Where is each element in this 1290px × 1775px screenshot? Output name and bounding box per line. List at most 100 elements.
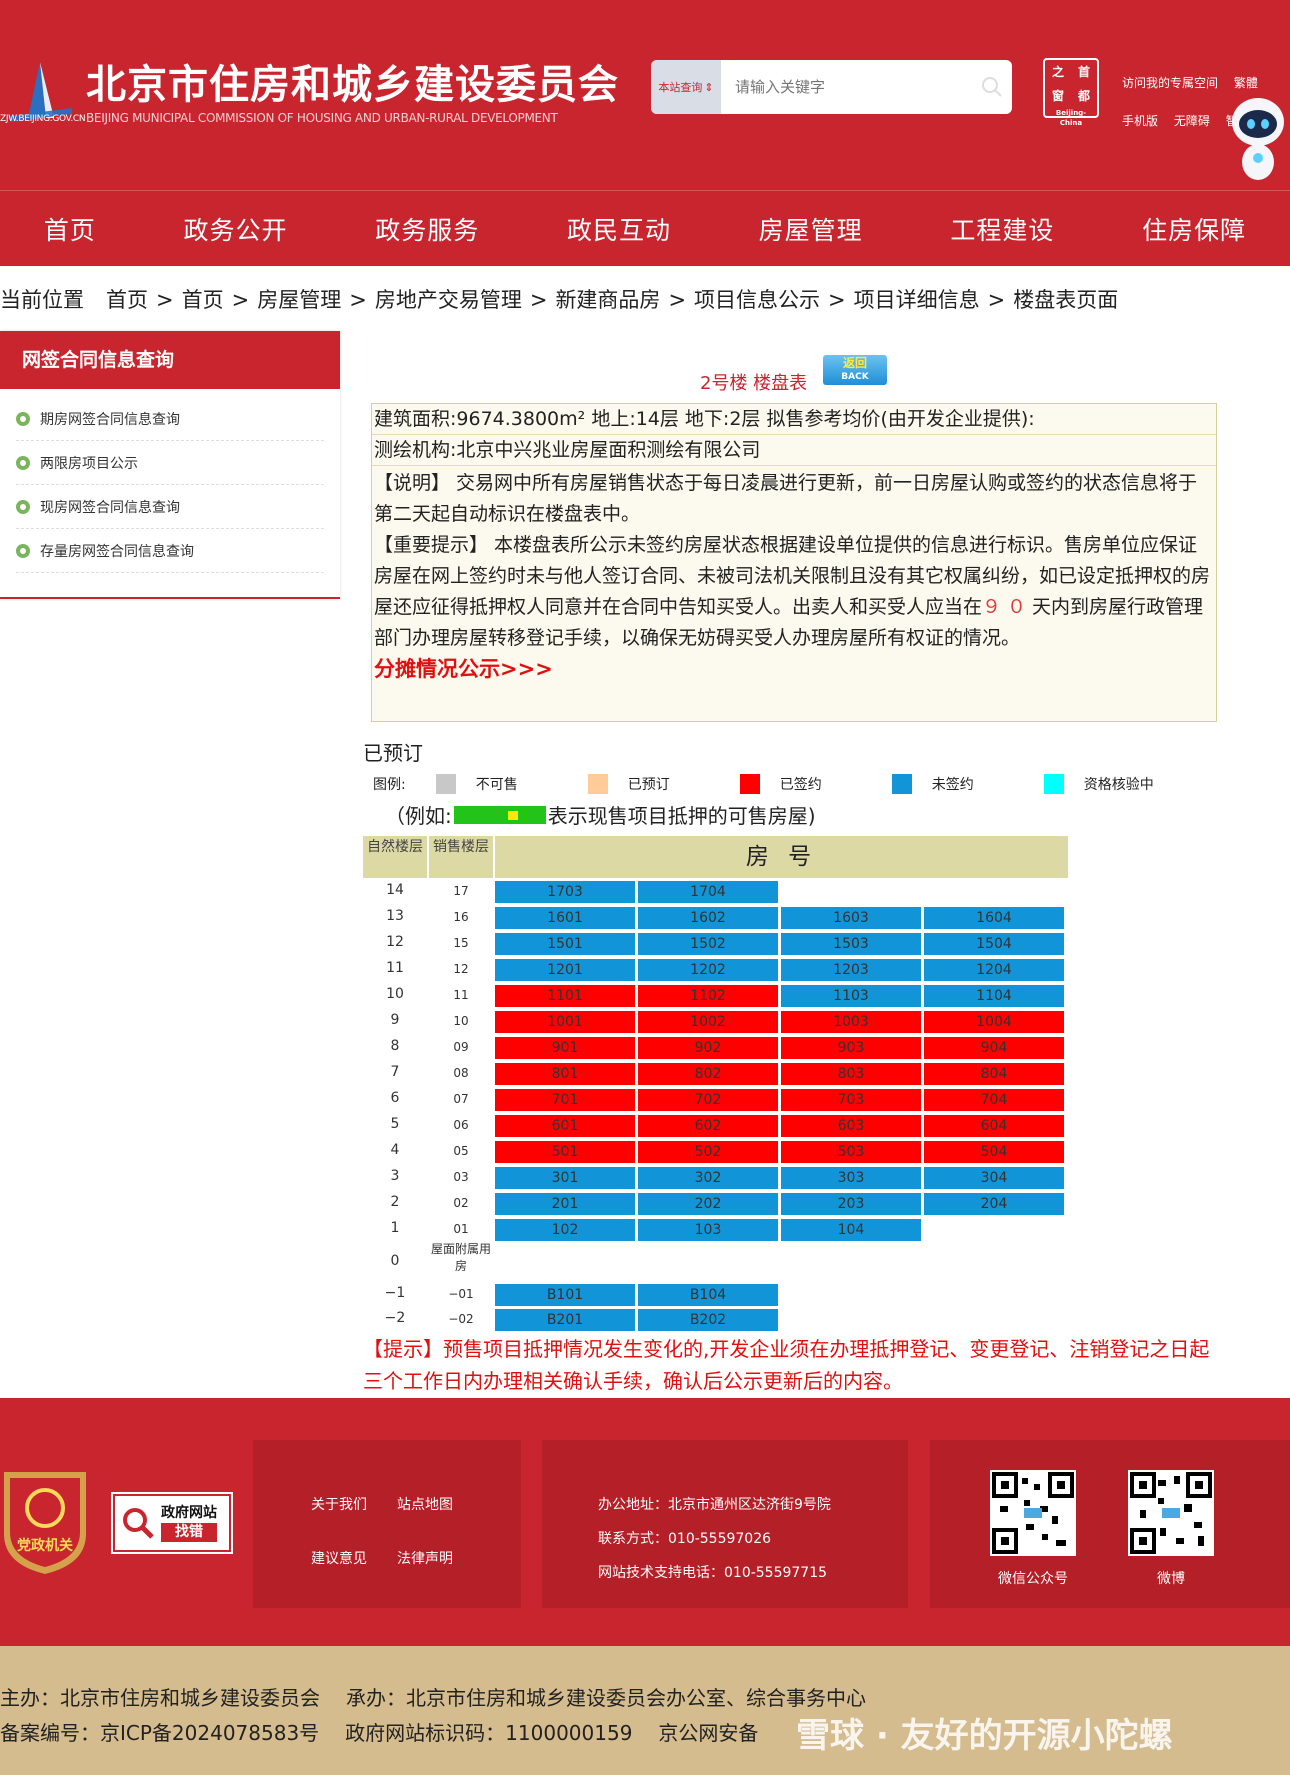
nav-gov-services[interactable]: 政务服务 (375, 211, 479, 247)
unit-cell[interactable]: 1602 (638, 907, 778, 929)
unit-cell[interactable]: 202 (638, 1193, 778, 1215)
unit-cell[interactable]: 904 (924, 1037, 1064, 1059)
share-disclosure-link[interactable]: 分摊情况公示>>> (374, 654, 1212, 685)
unit-cell[interactable]: 1103 (781, 985, 921, 1007)
breadcrumb-item[interactable]: 项目详细信息 (854, 288, 980, 312)
unit-cell[interactable]: 1001 (495, 1011, 635, 1033)
search-scope-select[interactable]: 本站查询 ⇕ (651, 60, 721, 114)
icp-text[interactable]: 备案编号：京ICP备2024078583号 (0, 1721, 319, 1745)
unit-cell[interactable]: 604 (924, 1115, 1064, 1137)
nav-housing-security[interactable]: 住房保障 (1142, 211, 1246, 247)
mobile-link[interactable]: 手机版 (1122, 114, 1158, 128)
unit-cell[interactable]: 1603 (781, 907, 921, 929)
unit-cell[interactable]: 1004 (924, 1011, 1064, 1033)
unit-cell[interactable]: B201 (495, 1309, 635, 1331)
unit-cell[interactable]: 804 (924, 1063, 1064, 1085)
weibo-qr-icon[interactable] (1128, 1470, 1214, 1556)
unit-cell[interactable]: 503 (781, 1141, 921, 1163)
party-agency-badge-icon[interactable]: 党政机关 (0, 1464, 90, 1576)
unit-cell[interactable]: 1704 (638, 881, 778, 903)
unit-cell[interactable]: 1703 (495, 881, 635, 903)
unit-cell[interactable]: 602 (638, 1115, 778, 1137)
nav-construction[interactable]: 工程建设 (950, 211, 1054, 247)
unit-cell[interactable]: 102 (495, 1219, 635, 1241)
sidebar-item-limited-price[interactable]: 两限房项目公示 (16, 441, 324, 485)
unit-cell[interactable]: B101 (495, 1284, 635, 1306)
unit-cell[interactable]: 703 (781, 1089, 921, 1111)
unit-cell[interactable]: 702 (638, 1089, 778, 1111)
breadcrumb-item[interactable]: 房屋管理 (257, 288, 341, 312)
unit-cell[interactable]: 204 (924, 1193, 1064, 1215)
wechat-qr-icon[interactable] (990, 1470, 1076, 1556)
search-button[interactable] (972, 60, 1012, 114)
unit-cell[interactable]: 701 (495, 1089, 635, 1111)
breadcrumb-item[interactable]: 项目信息公示 (694, 288, 820, 312)
unit-cell[interactable]: 1501 (495, 933, 635, 955)
unit-cell[interactable]: 1201 (495, 959, 635, 981)
unit-cell[interactable]: 502 (638, 1141, 778, 1163)
unit-cell[interactable]: 903 (781, 1037, 921, 1059)
sidebar-item-existing-contract[interactable]: 现房网签合同信息查询 (16, 485, 324, 529)
unit-cell[interactable]: B104 (638, 1284, 778, 1306)
unit-cell[interactable]: 103 (638, 1219, 778, 1241)
unit-cell[interactable]: 704 (924, 1089, 1064, 1111)
unit-cell[interactable]: 304 (924, 1167, 1064, 1189)
unit-cell[interactable]: 1204 (924, 959, 1064, 981)
traditional-chinese-link[interactable]: 繁體 (1234, 76, 1258, 90)
note-days-highlight: ９０ (982, 596, 1033, 618)
nav-home[interactable]: 首页 (44, 211, 96, 247)
unit-cell[interactable]: 1202 (638, 959, 778, 981)
back-button[interactable]: 返回 BACK (823, 355, 887, 385)
unit-cell[interactable]: 1504 (924, 933, 1064, 955)
sidebar-item-stock-contract[interactable]: 存量房网签合同信息查询 (16, 529, 324, 573)
feedback-link[interactable]: 建议意见 (311, 1548, 367, 1568)
capital-window-logo[interactable]: 之 首 窗 都 Beijing-China (1043, 58, 1099, 127)
unit-cell[interactable]: 603 (781, 1115, 921, 1137)
unit-cell[interactable]: 803 (781, 1063, 921, 1085)
robot-assistant-icon[interactable] (1228, 92, 1288, 188)
nav-housing-mgmt[interactable]: 房屋管理 (759, 211, 863, 247)
breadcrumb-item[interactable]: 首页 (182, 288, 224, 312)
unit-cell[interactable]: 1203 (781, 959, 921, 981)
accessibility-link[interactable]: 无障碍 (1174, 114, 1210, 128)
unit-cell[interactable]: 1604 (924, 907, 1064, 929)
unit-cell[interactable]: 301 (495, 1167, 635, 1189)
personal-space-link[interactable]: 访问我的专属空间 (1122, 76, 1218, 90)
search-input[interactable] (721, 67, 972, 107)
unit-cell[interactable]: 303 (781, 1167, 921, 1189)
unit-cell[interactable]: 802 (638, 1063, 778, 1085)
gov-site-error-button[interactable]: 政府网站 找错 (111, 1492, 233, 1554)
legal-link[interactable]: 法律声明 (397, 1548, 453, 1568)
unit-cell[interactable]: 601 (495, 1115, 635, 1137)
unit-cell[interactable]: 1503 (781, 933, 921, 955)
legend-label: 资格核验中 (1083, 777, 1154, 793)
site-title[interactable]: 北京市住房和城乡建设委员会 (86, 52, 619, 110)
nav-interaction[interactable]: 政民互动 (567, 211, 671, 247)
police-record-text[interactable]: 京公网安备 (658, 1721, 758, 1745)
unit-cell[interactable]: 1502 (638, 933, 778, 955)
legend-swatch-reserved (587, 774, 608, 794)
unit-cell[interactable]: 201 (495, 1193, 635, 1215)
unit-cell[interactable]: 1104 (924, 985, 1064, 1007)
unit-cell[interactable]: 1003 (781, 1011, 921, 1033)
unit-cell[interactable]: 902 (638, 1037, 778, 1059)
breadcrumb-item[interactable]: 首页 (106, 288, 148, 312)
breadcrumb-item[interactable]: 新建商品房 (555, 288, 660, 312)
unit-cell[interactable]: 104 (781, 1219, 921, 1241)
unit-cell[interactable]: 1101 (495, 985, 635, 1007)
unit-cell[interactable]: 1002 (638, 1011, 778, 1033)
about-us-link[interactable]: 关于我们 (311, 1494, 367, 1514)
unit-cell[interactable]: 1601 (495, 907, 635, 929)
unit-cell[interactable]: 1102 (638, 985, 778, 1007)
unit-cell[interactable]: 504 (924, 1141, 1064, 1163)
sidebar-item-presale-contract[interactable]: 期房网签合同信息查询 (16, 397, 324, 441)
unit-cell[interactable]: 801 (495, 1063, 635, 1085)
nav-gov-affairs[interactable]: 政务公开 (184, 211, 288, 247)
unit-cell[interactable]: B202 (638, 1309, 778, 1331)
unit-cell[interactable]: 203 (781, 1193, 921, 1215)
unit-cell[interactable]: 901 (495, 1037, 635, 1059)
unit-cell[interactable]: 501 (495, 1141, 635, 1163)
unit-cell[interactable]: 302 (638, 1167, 778, 1189)
breadcrumb-item[interactable]: 房地产交易管理 (375, 288, 522, 312)
sitemap-link[interactable]: 站点地图 (397, 1494, 453, 1514)
